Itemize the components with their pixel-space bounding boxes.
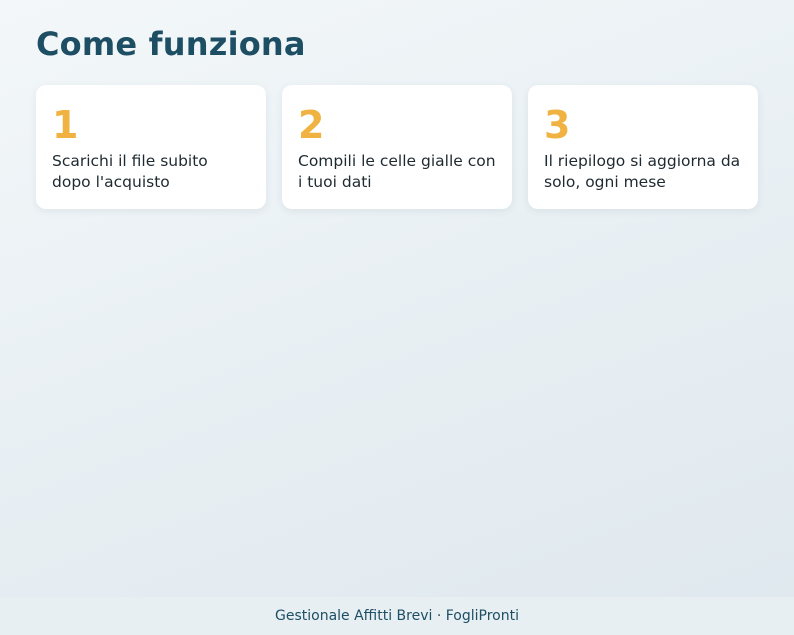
step-number: 3 xyxy=(544,103,571,147)
step-text: Compili le celle gialle con i tuoi dati xyxy=(298,152,496,191)
step-text: Scarichi il file subito dopo l'acquisto xyxy=(52,152,208,191)
step-number: 2 xyxy=(298,103,325,147)
steps-list: 1 Scarichi il file subito dopo l'acquist… xyxy=(36,85,758,209)
step-number: 1 xyxy=(52,103,79,147)
step-card-3: 3 Il riepilogo si aggiorna da solo, ogni… xyxy=(528,85,758,209)
footer: Gestionale Affitti Brevi · FogliPronti xyxy=(0,597,794,635)
step-card-1: 1 Scarichi il file subito dopo l'acquist… xyxy=(36,85,266,209)
footer-text: Gestionale Affitti Brevi · FogliPronti xyxy=(275,608,519,624)
step-text: Il riepilogo si aggiorna da solo, ogni m… xyxy=(544,152,741,191)
page-title: Come funziona xyxy=(36,25,306,63)
step-card-2: 2 Compili le celle gialle con i tuoi dat… xyxy=(282,85,512,209)
